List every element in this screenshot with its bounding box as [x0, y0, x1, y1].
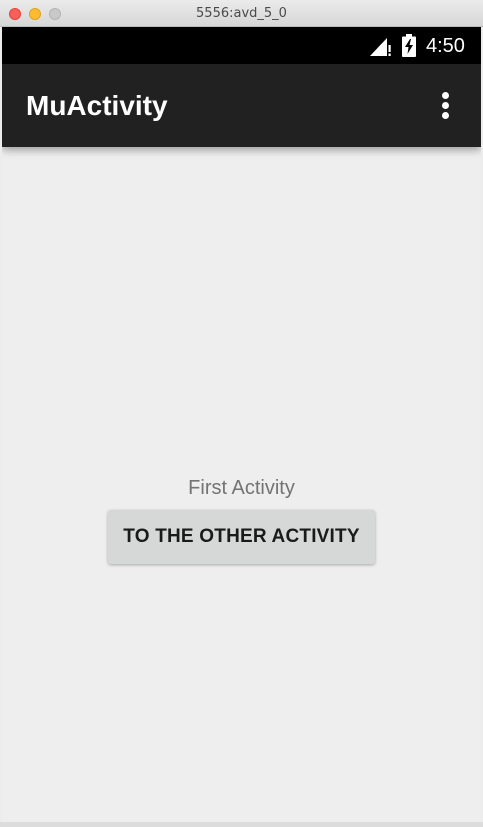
emulator-window: 5556:avd_5_0 4:50 MuActivity First Activ…	[0, 0, 483, 827]
overflow-menu-icon[interactable]	[432, 90, 460, 122]
status-time: 4:50	[426, 35, 465, 57]
device-screen: 4:50 MuActivity First Activity TO THE OT…	[2, 27, 481, 822]
activity-label: First Activity	[188, 477, 295, 499]
app-bar: MuActivity	[2, 64, 481, 147]
status-bar: 4:50	[2, 27, 481, 64]
window-bottom-edge	[0, 822, 483, 827]
to-other-activity-button[interactable]: TO THE OTHER ACTIVITY	[108, 510, 375, 564]
activity-content: First Activity TO THE OTHER ACTIVITY	[2, 147, 481, 822]
cell-signal-icon	[370, 38, 391, 56]
window-titlebar: 5556:avd_5_0	[0, 0, 483, 27]
window-title: 5556:avd_5_0	[196, 6, 287, 21]
app-title: MuActivity	[26, 90, 168, 121]
battery-charging-icon	[402, 34, 416, 57]
